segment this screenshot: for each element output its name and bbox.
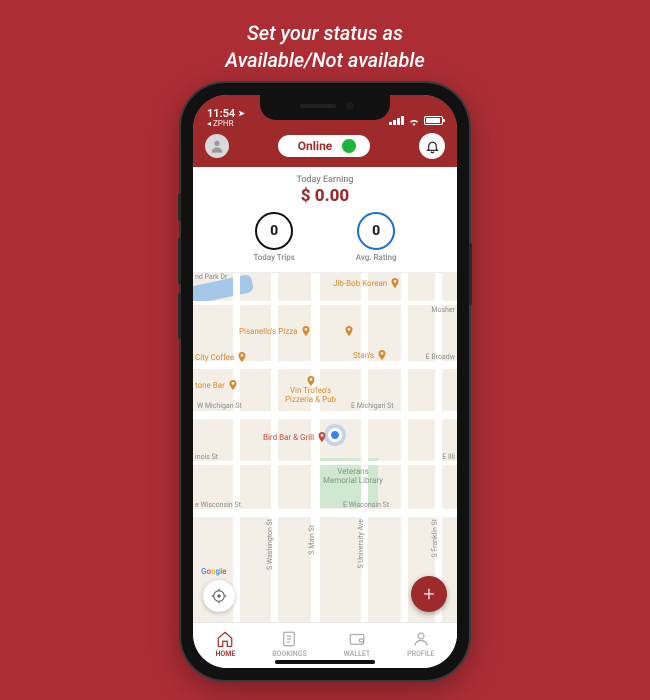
wallet-icon (348, 630, 366, 648)
promo-caption: Set your status as Available/Not availab… (0, 20, 650, 74)
notifications-button[interactable] (419, 133, 445, 159)
nav-wallet[interactable]: WALLET (344, 630, 371, 658)
map-view[interactable]: nd Park Dr Mosher E Broadw W Michigan St… (193, 273, 457, 622)
today-trips-value: 0 (255, 212, 293, 250)
online-indicator-icon (342, 139, 356, 153)
map-poi-pin[interactable] (343, 325, 355, 337)
screen: 11:54 ➤ ◂ ZPHR Online Today Earning (193, 95, 457, 668)
avg-rating-stat[interactable]: 0 Avg. Rating (356, 212, 397, 262)
road-label: Mosher (431, 306, 455, 314)
map-poi[interactable]: Stan's (353, 349, 388, 361)
map-poi[interactable]: Jib-Bob Korean (333, 277, 401, 289)
road-label: S Main St (308, 525, 316, 555)
status-time: 11:54 ➤ (207, 108, 245, 119)
map-poi[interactable]: City Coffee (195, 351, 248, 363)
road-label: E Michigan St (351, 402, 394, 410)
map-poi[interactable]: tone Bar (195, 379, 239, 391)
home-icon (216, 630, 234, 648)
road-label: S Franklin St (431, 519, 439, 558)
promo-line-1: Set your status as (0, 20, 650, 47)
availability-toggle[interactable]: Online (278, 135, 370, 157)
profile-avatar[interactable] (205, 134, 229, 158)
map-poi[interactable]: Vin Trofeo'sPizzeria & Pub (285, 375, 336, 404)
road-label: inois St (195, 453, 218, 461)
road-label: nd Park Dr (195, 273, 227, 281)
road-label: S University Ave (357, 519, 365, 569)
home-indicator[interactable] (275, 660, 375, 664)
road-label: e Wisconsin St (195, 501, 241, 509)
road-label: W Michigan St (197, 402, 242, 410)
plus-icon: + (423, 582, 434, 606)
google-attribution: Google (201, 567, 226, 576)
road-label: S Washington St (266, 519, 274, 570)
bookings-icon (280, 630, 298, 648)
current-location-icon (328, 428, 342, 442)
today-trips-stat[interactable]: 0 Today Trips (253, 212, 294, 262)
cellular-signal-icon (389, 116, 404, 125)
nav-profile[interactable]: PROFILE (407, 630, 434, 658)
nav-bookings[interactable]: BOOKINGS (272, 630, 307, 658)
earnings-label: Today Earning (205, 175, 445, 185)
avg-rating-label: Avg. Rating (356, 253, 397, 262)
road-label: E Wisconsin St (343, 501, 389, 509)
profile-icon (412, 630, 430, 648)
wifi-icon (408, 116, 420, 125)
road-label: E Broadw (426, 353, 455, 361)
back-to-app[interactable]: ◂ ZPHR (207, 120, 245, 128)
device-notch (260, 95, 390, 120)
earnings-card: Today Earning $ 0.00 0 Today Trips 0 Avg… (193, 167, 457, 273)
earnings-amount: $ 0.00 (205, 186, 445, 206)
map-poi[interactable]: Bird Bar & Grill (263, 431, 328, 443)
availability-label: Online (298, 139, 333, 153)
avg-rating-value: 0 (357, 212, 395, 250)
recenter-button[interactable] (203, 580, 235, 612)
app-header: Online (193, 129, 457, 167)
today-trips-label: Today Trips (253, 253, 294, 262)
add-fab-button[interactable]: + (411, 576, 447, 612)
nav-home[interactable]: HOME (215, 630, 235, 658)
road-label: E Illi (442, 453, 455, 461)
map-poi[interactable]: Pisanello's Pizza (239, 325, 312, 337)
battery-icon (424, 116, 443, 125)
promo-line-2: Available/Not available (0, 47, 650, 74)
map-poi[interactable]: VeteransMemorial Library (323, 467, 383, 485)
phone-frame: 11:54 ➤ ◂ ZPHR Online Today Earning (181, 83, 469, 680)
